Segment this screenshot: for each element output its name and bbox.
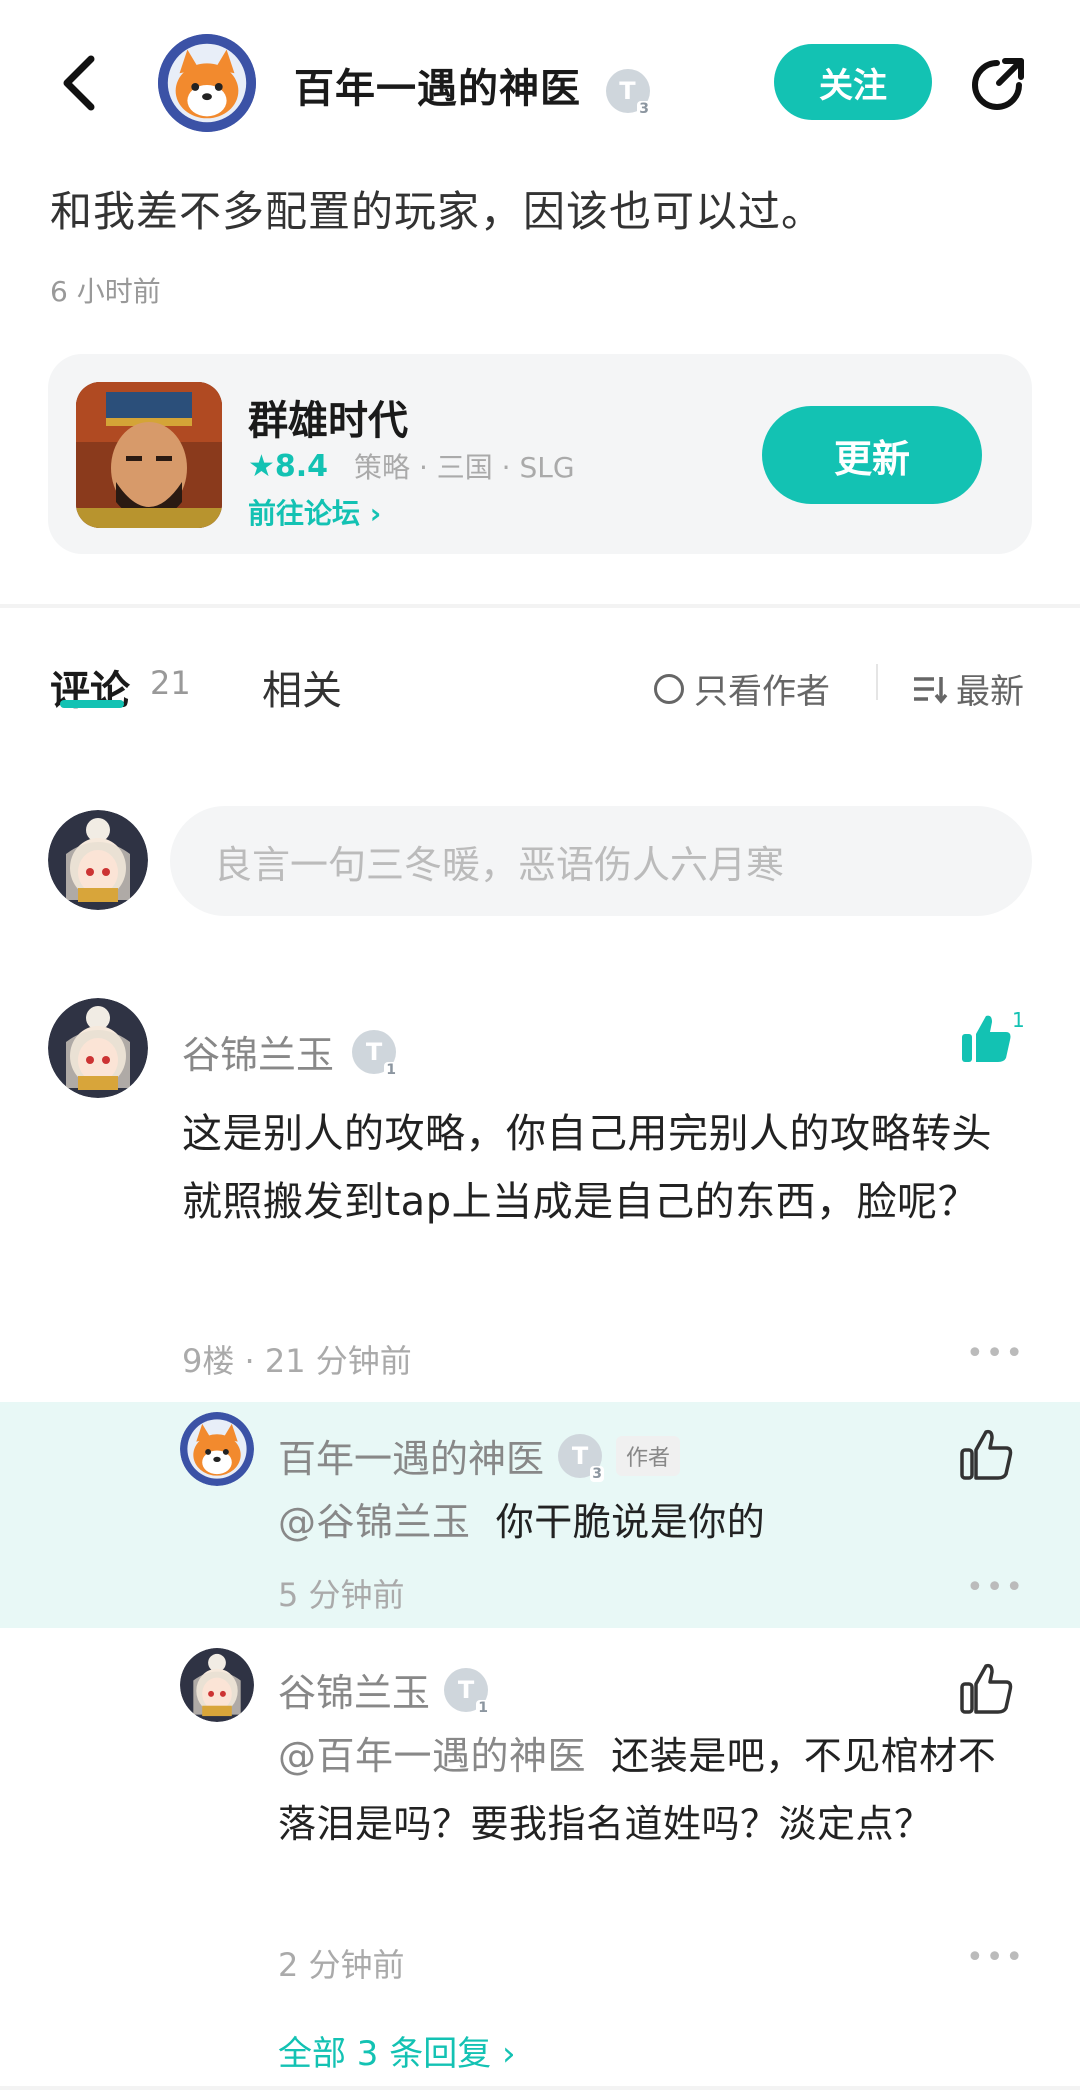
tab-active-indicator: [60, 700, 124, 708]
level-badge-icon: T1: [352, 1029, 399, 1078]
follow-button[interactable]: 关注: [774, 44, 932, 120]
post-text: 和我差不多配置的玩家，因该也可以过。: [50, 187, 825, 236]
reply-more-button[interactable]: •••: [966, 1940, 1025, 1975]
share-button[interactable]: [962, 50, 1032, 120]
commenter-name[interactable]: 谷锦兰玉 T1: [182, 1024, 399, 1079]
comment-input[interactable]: 良言一句三冬暖，恶语伤人六月寒: [170, 806, 1032, 916]
comment-text: 这是别人的攻略，你自己用完别人的攻略转头就照搬发到tap上当成是自己的东西，脸呢…: [182, 1111, 992, 1225]
level-badge-icon: T3: [558, 1433, 605, 1482]
like-count: 1: [1012, 1008, 1025, 1032]
reply-like-button[interactable]: [958, 1426, 1014, 1486]
author-name[interactable]: 百年一遇的神医 T3: [294, 56, 652, 117]
only-author-toggle[interactable]: 只看作者: [654, 664, 830, 713]
game-meta: ★8.4 策略 · 三国 · SLG: [248, 446, 575, 486]
author-avatar[interactable]: [158, 34, 256, 132]
reply-time: 2 分钟前: [278, 1946, 405, 1984]
reply-mention[interactable]: @谷锦兰玉: [278, 1500, 471, 1544]
bottom-divider: [0, 2086, 1080, 2090]
share-icon: [972, 58, 1024, 110]
thumbs-up-icon: [960, 1429, 1013, 1480]
radio-icon: [654, 673, 684, 704]
reply-username[interactable]: 百年一遇的神医 T3 作者: [278, 1428, 681, 1483]
section-divider: [0, 604, 1080, 608]
forum-link[interactable]: 前往论坛 ›: [248, 492, 381, 532]
reply-username[interactable]: 谷锦兰玉 T1: [278, 1662, 491, 1717]
level-badge-icon: T3: [605, 69, 652, 117]
my-avatar[interactable]: [48, 810, 148, 910]
game-icon[interactable]: [76, 382, 222, 528]
author-tag: 作者: [616, 1435, 681, 1476]
like-button[interactable]: [958, 1010, 1018, 1070]
update-button[interactable]: 更新: [762, 406, 982, 504]
game-tags: 策略 · 三国 · SLG: [354, 451, 575, 484]
commenter-avatar[interactable]: [48, 998, 148, 1098]
thumbs-up-icon: [960, 1663, 1013, 1714]
reply-more-button[interactable]: •••: [966, 1570, 1025, 1605]
reply-time: 5 分钟前: [278, 1576, 405, 1614]
sort-button[interactable]: 最新: [912, 664, 1024, 713]
tab-related[interactable]: 相关: [262, 658, 342, 716]
back-button[interactable]: [44, 48, 114, 118]
comment-more-button[interactable]: •••: [966, 1336, 1025, 1371]
reply-like-button[interactable]: [958, 1660, 1014, 1720]
reply-avatar[interactable]: [180, 1412, 254, 1486]
reply-avatar[interactable]: [180, 1648, 254, 1722]
view-all-replies-link[interactable]: 全部 3 条回复 ›: [278, 2026, 516, 2075]
sort-icon: [914, 676, 948, 704]
reply-text: @谷锦兰玉 你干脆说是你的: [278, 1500, 766, 1544]
reply-mention[interactable]: @百年一遇的神医: [278, 1734, 586, 1778]
filter-separator: [876, 664, 878, 700]
post-time: 6 小时前: [50, 275, 161, 308]
back-arrow-icon: [63, 55, 95, 111]
comments-count: 21: [150, 664, 191, 702]
reply-text: @百年一遇的神医 还装是吧，不见棺材不落泪是吗？要我指名道姓吗？淡定点？: [278, 1734, 997, 1846]
game-rating: ★8.4: [248, 448, 329, 484]
level-badge-icon: T1: [444, 1667, 491, 1716]
comment-meta: 9楼 · 21 分钟前: [182, 1342, 412, 1380]
thumbs-up-filled-icon: [962, 1015, 1011, 1062]
game-title[interactable]: 群雄时代: [248, 388, 408, 446]
